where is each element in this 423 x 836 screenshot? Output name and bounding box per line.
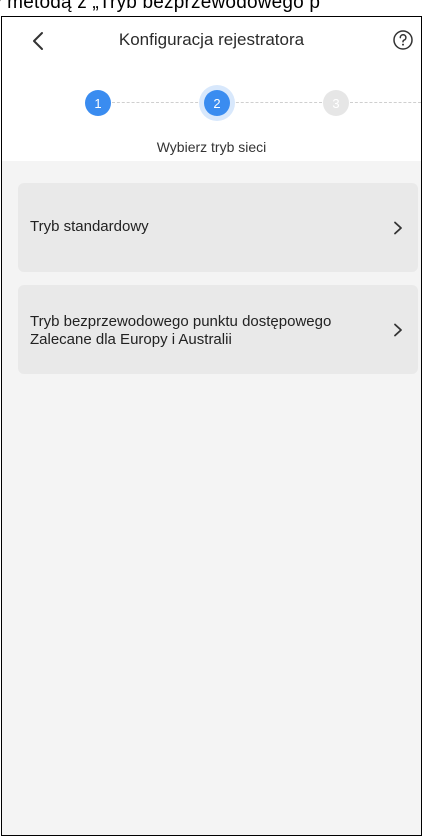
step-3-indicator: 3: [323, 90, 349, 116]
app-header: Konfiguracja rejestratora: [2, 17, 421, 65]
question-circle-icon: [393, 30, 413, 50]
option-label: Tryb standardowy: [30, 218, 149, 236]
step-2-indicator: 2: [204, 90, 230, 116]
step-1-indicator: 1: [85, 90, 111, 116]
step-number: 1: [94, 95, 102, 111]
option-subtitle: Zalecane dla Europy i Australii: [30, 331, 232, 348]
step-connector: [231, 102, 322, 103]
step-connector: [112, 102, 203, 103]
options-area: Tryb standardowy Tryb bezprzewodowego pu…: [2, 161, 421, 835]
setup-stepper: 1 2 3 Wybierz tryb sieci: [2, 81, 421, 161]
step-number: 2: [213, 95, 221, 111]
caption-strip: y metodą z „Tryb bezprzewodowego p: [0, 0, 423, 16]
standard-mode-option[interactable]: Tryb standardowy: [18, 183, 418, 272]
option-title: Tryb bezprzewodowego punktu dostępowego: [30, 313, 332, 330]
access-point-mode-option[interactable]: Tryb bezprzewodowego punktu dostępowego …: [18, 285, 418, 374]
help-button[interactable]: [390, 27, 416, 53]
chevron-right-icon: [394, 323, 402, 337]
option-label: Tryb bezprzewodowego punktu dostępowego …: [30, 313, 331, 349]
chevron-right-icon: [394, 221, 402, 235]
phone-screen: Konfiguracja rejestratora 1 2 3 Wybierz …: [1, 16, 422, 836]
caption-text: y metodą z „Tryb bezprzewodowego p: [0, 0, 321, 13]
step-connector: [350, 102, 421, 103]
page-title: Konfiguracja rejestratora: [118, 30, 305, 49]
current-step-label: Wybierz tryb sieci: [156, 139, 267, 155]
step-number: 3: [332, 95, 340, 111]
option-title: Tryb standardowy: [30, 218, 149, 235]
